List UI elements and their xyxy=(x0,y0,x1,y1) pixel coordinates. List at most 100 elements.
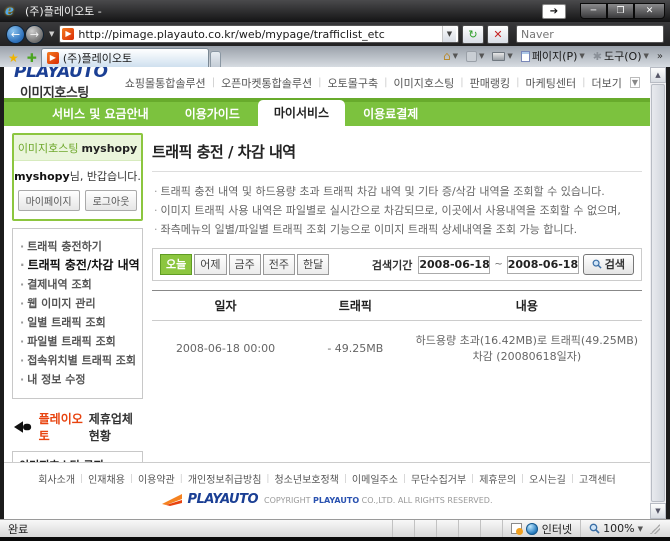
site-favicon: ▶ xyxy=(62,28,74,40)
zoom-magnifier-icon xyxy=(589,523,600,534)
url-input[interactable] xyxy=(78,28,438,41)
quick-filter-today[interactable]: 오늘 xyxy=(160,254,192,275)
command-bar: ⌂▼ ▼ ▼ 페이지(P)▼ ✱도구(O)▼ » xyxy=(221,46,666,67)
popout-icon[interactable]: ➔ xyxy=(542,4,566,19)
top-link-openmarket[interactable]: 오픈마켓통합솔루션 xyxy=(215,75,318,91)
top-link-salesranking[interactable]: 판매랭킹 xyxy=(464,75,516,91)
footer-link-youth[interactable]: 청소년보호정책 xyxy=(269,471,343,486)
top-link-shoppingmall[interactable]: 쇼핑몰통합솔루션 xyxy=(119,75,212,91)
footer-link-privacy[interactable]: 개인정보취급방침 xyxy=(183,471,267,486)
maximize-button[interactable]: ❐ xyxy=(607,3,634,19)
tools-menu-button[interactable]: ✱도구(O)▼ xyxy=(590,47,652,65)
footer-link-nocollect[interactable]: 무단수집거부 xyxy=(406,471,471,486)
zoom-control[interactable]: 100% ▼ xyxy=(580,520,670,537)
quick-filter-month[interactable]: 한달 xyxy=(297,254,329,275)
search-box[interactable]: ▼ xyxy=(516,25,664,43)
top-link-imagehosting[interactable]: 이미지호스팅 xyxy=(388,75,461,91)
refresh-button[interactable]: ↻ xyxy=(462,25,484,44)
back-button[interactable]: ← xyxy=(6,25,25,44)
cell-detail: 하드용량 초과(16.42MB)로 트래픽(49.25MB)차감 (200806… xyxy=(412,321,642,379)
sidebar-item-charge-deduct-history[interactable]: ·트래픽 충전/차감 내역 xyxy=(20,256,135,275)
page-title: 트래픽 충전 / 차감 내역 xyxy=(152,133,642,172)
page-menu-button[interactable]: 페이지(P)▼ xyxy=(518,47,588,65)
print-button[interactable]: ▼ xyxy=(489,51,515,62)
mypage-button[interactable]: 마이페이지 xyxy=(18,190,80,211)
login-box: 이미지호스팅myshopy myshopy님, 반갑습니다. 마이페이지 로그아… xyxy=(12,133,143,221)
footer-link-careers[interactable]: 인재채용 xyxy=(83,471,130,486)
toolbar-overflow-icon[interactable]: » xyxy=(654,51,666,62)
footer-link-company[interactable]: 회사소개 xyxy=(33,471,80,486)
sidebar-item-web-image[interactable]: ·웹 이미지 관리 xyxy=(20,294,135,313)
favorites-icon[interactable]: ★ xyxy=(4,51,23,67)
search-button-icon xyxy=(592,259,602,269)
forward-button[interactable]: → xyxy=(25,25,44,44)
date-to-input[interactable] xyxy=(507,256,579,274)
add-favorite-icon[interactable]: ✚ xyxy=(23,51,41,67)
nav-tab-guide[interactable]: 이용가이드 xyxy=(167,102,258,126)
sidebar-item-daily-traffic[interactable]: ·일별 트래픽 조회 xyxy=(20,313,135,332)
feeds-button[interactable]: ▼ xyxy=(463,50,487,63)
new-tab-stub[interactable] xyxy=(210,51,221,67)
scroll-up-icon[interactable]: ▲ xyxy=(650,67,666,83)
stop-button[interactable]: ✕ xyxy=(487,25,509,44)
security-zone[interactable]: 인터넷 xyxy=(502,520,580,537)
sidebar-item-location-traffic[interactable]: ·접속위치별 트래픽 조회 xyxy=(20,351,135,370)
bullet-text: 이미지 트래픽 사용 내역은 파일별로 실시간으로 차감되므로, 이곳에서 사용… xyxy=(161,204,621,217)
scrollbar-thumb[interactable] xyxy=(651,84,665,502)
page-shield-icon xyxy=(511,523,522,534)
footer-link-directions[interactable]: 오시는길 xyxy=(524,471,571,486)
nav-tab-myservice[interactable]: 마이서비스 xyxy=(258,100,345,126)
quick-filter-last-week[interactable]: 전주 xyxy=(263,254,295,275)
more-dropdown-icon[interactable]: ▼ xyxy=(630,77,640,88)
sidebar-menu: ·트래픽 충전하기 ·트래픽 충전/차감 내역 ·결제내역 조회 ·웹 이미지 … xyxy=(12,228,143,399)
close-button[interactable]: ✕ xyxy=(634,3,665,19)
minimize-button[interactable]: ─ xyxy=(580,3,607,19)
address-bar-row: ← → ▼ ▶ ▼ ↻ ✕ ▼ xyxy=(0,22,670,46)
search-input[interactable] xyxy=(517,28,670,41)
address-field[interactable]: ▶ ▼ xyxy=(59,25,459,43)
megaphone-icon xyxy=(14,420,34,434)
footer-link-email[interactable]: 이메일주소 xyxy=(347,471,403,486)
quick-filter-yesterday[interactable]: 어제 xyxy=(194,254,226,275)
footer-link-support[interactable]: 고객센터 xyxy=(574,471,621,486)
zoom-dropdown-icon[interactable]: ▼ xyxy=(638,525,643,533)
cell-date: 2008-06-18 00:00 xyxy=(152,321,299,379)
top-link-automall[interactable]: 오토몰구축 xyxy=(322,75,385,91)
address-dropdown-icon[interactable]: ▼ xyxy=(442,26,456,42)
col-header-date: 일자 xyxy=(152,291,299,321)
footer-logo-swoosh-icon xyxy=(162,494,182,506)
greeting-text: myshopy님, 반갑습니다. xyxy=(14,168,141,184)
vertical-scrollbar[interactable]: ▲ ▼ xyxy=(650,67,666,519)
browser-tab[interactable]: ▶ (주)플레이오토 xyxy=(41,48,209,67)
resize-grip[interactable] xyxy=(650,524,660,534)
search-button[interactable]: 검색 xyxy=(583,254,634,275)
nav-tab-payment[interactable]: 이용료결제 xyxy=(345,102,436,126)
sidebar-item-charge-traffic[interactable]: ·트래픽 충전하기 xyxy=(20,237,135,256)
home-button[interactable]: ⌂▼ xyxy=(440,48,461,64)
sidebar-item-file-traffic[interactable]: ·파일별 트래픽 조회 xyxy=(20,332,135,351)
title-bar[interactable]: e (주)플레이오토 - ➔ ─ ❐ ✕ xyxy=(0,0,670,22)
footer-link-partnership[interactable]: 제휴문의 xyxy=(474,471,521,486)
top-link-marketing[interactable]: 마케팅센터 xyxy=(519,75,582,91)
top-link-more[interactable]: 더보기 xyxy=(585,75,627,91)
nav-tab-service-pricing[interactable]: 서비스 및 요금안내 xyxy=(34,102,167,126)
tab-title: (주)플레이오토 xyxy=(63,50,132,66)
page-icon xyxy=(521,51,530,62)
partner-banner[interactable]: 플레이오토 제휴업체현황 xyxy=(12,410,143,444)
footer-link-terms[interactable]: 이용약관 xyxy=(133,471,180,486)
footer-logo[interactable]: PLAYAUTO xyxy=(188,493,259,507)
sidebar-item-my-info[interactable]: ·내 정보 수정 xyxy=(20,370,135,389)
sidebar-item-payment-history[interactable]: ·결제내역 조회 xyxy=(20,275,135,294)
browser-window: e (주)플레이오토 - ➔ ─ ❐ ✕ ← → ▼ ▶ ▼ ↻ ✕ ▼ ★ ✚ xyxy=(0,0,670,541)
scroll-down-icon[interactable]: ▼ xyxy=(650,503,666,519)
top-links: 쇼핑몰통합솔루션| 오픈마켓통합솔루션| 오토몰구축| 이미지호스팅| 판매랭킹… xyxy=(119,75,640,91)
tab-favicon: ▶ xyxy=(47,52,59,64)
partner-brand: 플레이오토 xyxy=(39,410,84,444)
logout-button[interactable]: 로그아웃 xyxy=(85,190,138,211)
zoom-level: 100% xyxy=(603,522,634,535)
history-dropdown-icon[interactable]: ▼ xyxy=(47,30,56,38)
gear-icon: ✱ xyxy=(593,50,602,63)
date-from-input[interactable] xyxy=(418,256,490,274)
web-page: PLAYAUTO 이미지호스팅 쇼핑몰통합솔루션| 오픈마켓통합솔루션| 오토몰구… xyxy=(4,67,650,519)
quick-filter-this-week[interactable]: 금주 xyxy=(229,254,261,275)
